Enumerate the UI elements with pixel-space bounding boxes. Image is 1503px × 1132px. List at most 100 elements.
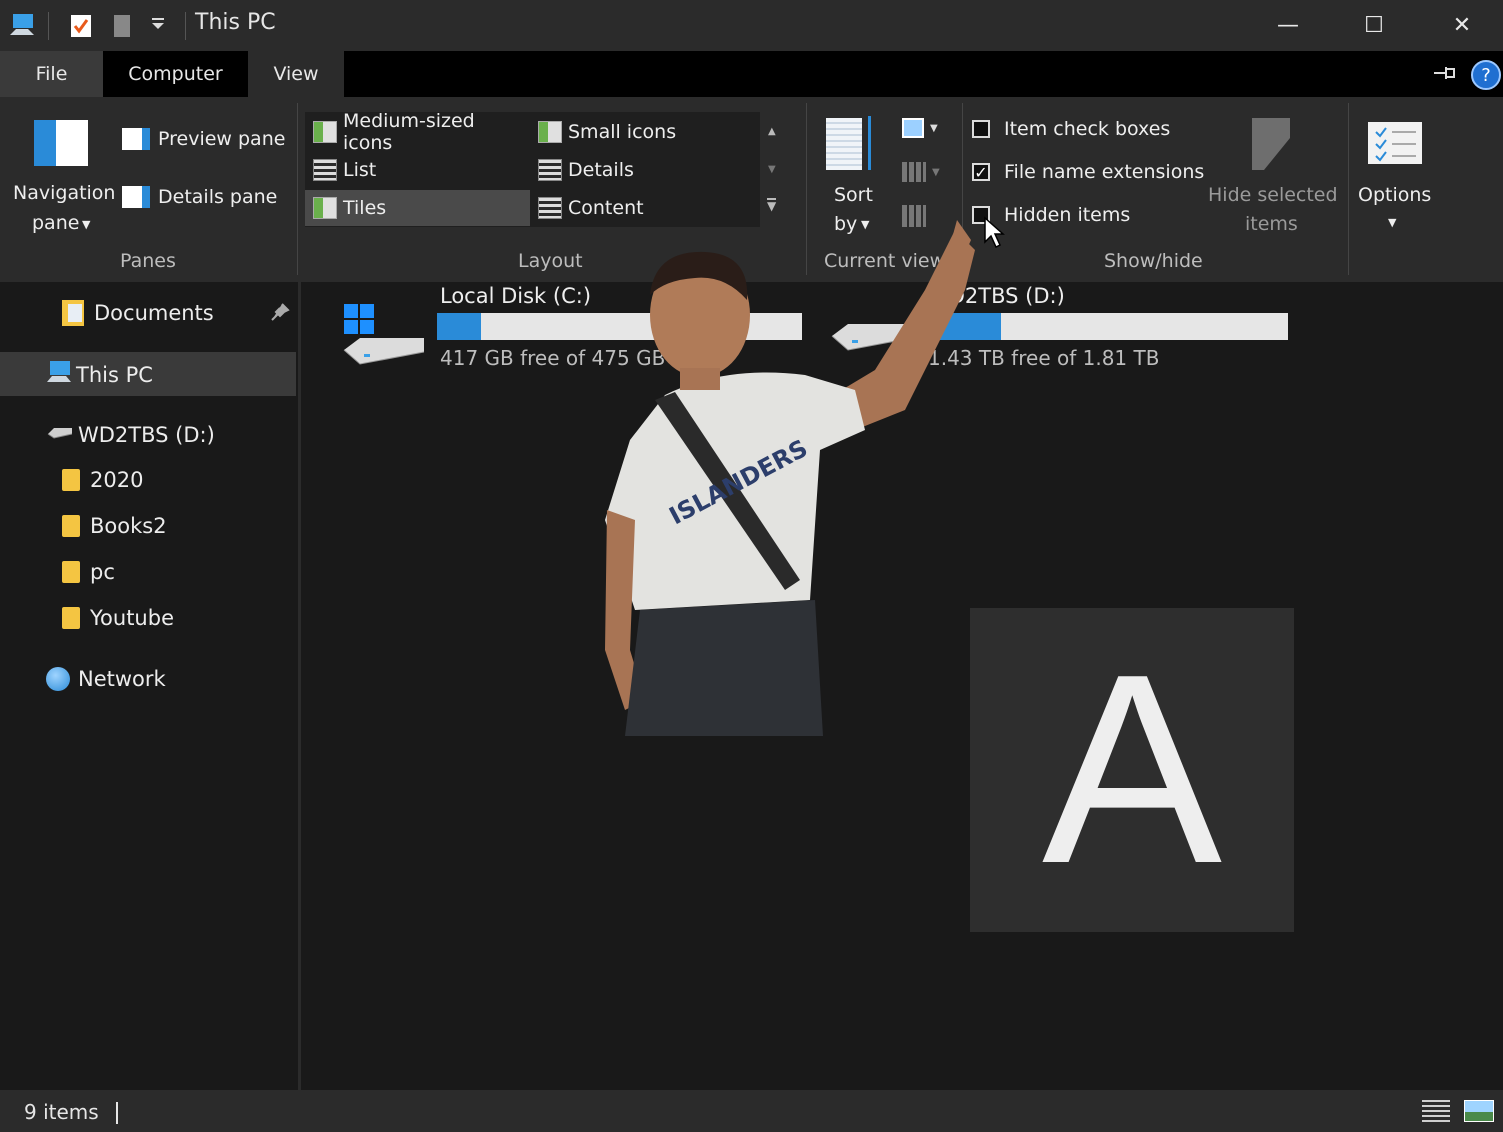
hide-selected-label-2: items xyxy=(1245,213,1298,235)
layout-medium-icons[interactable]: Medium-sized icons xyxy=(305,110,530,154)
content-icon xyxy=(538,197,562,219)
letter-tile-text: A xyxy=(1041,619,1223,920)
nav-item-documents[interactable]: Documents xyxy=(62,300,214,326)
chevron-down-icon: ▼ xyxy=(930,122,938,134)
navigation-pane-button[interactable]: Navigation pane ▼ xyxy=(8,110,116,240)
nav-item-label: 2020 xyxy=(90,468,144,492)
separator xyxy=(48,12,49,40)
folder-icon xyxy=(62,469,80,491)
properties-icon[interactable] xyxy=(70,12,92,42)
list-icon xyxy=(313,159,337,181)
sort-arrow-icon xyxy=(868,116,871,170)
details-icon xyxy=(538,159,562,181)
layout-details-label: Details xyxy=(568,159,634,181)
documents-icon xyxy=(62,300,84,326)
chevron-down-icon: ▼ xyxy=(82,218,91,231)
file-name-extensions-label: File name extensions xyxy=(1004,161,1205,183)
group-separator xyxy=(297,103,298,275)
file-name-extensions-toggle[interactable]: ✓ File name extensions xyxy=(972,161,1204,183)
drive-name: Local Disk (C:) xyxy=(440,284,592,308)
nav-item-label: This PC xyxy=(76,362,153,387)
nav-item-label: Documents xyxy=(94,301,214,325)
small-icons-icon xyxy=(538,121,562,143)
layout-medium-icons-label: Medium-sized icons xyxy=(343,110,475,154)
capacity-bar-fill xyxy=(437,313,481,340)
nav-item-label: Books2 xyxy=(90,514,167,538)
item-check-boxes-checkbox[interactable] xyxy=(972,120,990,138)
group-separator xyxy=(1348,103,1349,275)
preview-pane-label: Preview pane xyxy=(158,128,286,150)
hidden-items-label: Hidden items xyxy=(1004,204,1131,226)
drive-icon xyxy=(46,422,74,447)
nav-item-this-pc[interactable]: This PC xyxy=(0,352,296,396)
gallery-scroll-down-icon[interactable]: ▼ xyxy=(768,164,776,175)
details-pane-label: Details pane xyxy=(158,186,278,208)
sort-icon xyxy=(826,118,862,170)
nav-folder-item[interactable]: 2020 xyxy=(62,468,143,492)
nav-item-label: pc xyxy=(90,560,115,584)
add-columns-icon xyxy=(902,162,926,182)
add-columns-button[interactable]: ▼ xyxy=(902,162,940,182)
item-count: 9 items xyxy=(24,1100,99,1124)
nav-folder-item[interactable]: pc xyxy=(62,560,115,584)
hide-selected-icon xyxy=(1250,116,1294,176)
nav-item-label: WD2TBS (D:) xyxy=(78,422,215,447)
group-by-button[interactable]: ▼ xyxy=(902,118,938,138)
layout-group-label: Layout xyxy=(518,250,583,272)
large-icons-view-icon[interactable] xyxy=(1464,1100,1494,1122)
details-pane-icon xyxy=(122,186,150,208)
folder-icon xyxy=(62,607,80,629)
gallery-scroll-up-icon[interactable]: ▲ xyxy=(768,126,776,137)
tab-file[interactable]: File xyxy=(0,51,103,97)
details-pane-button[interactable]: Details pane xyxy=(122,186,277,208)
details-view-icon[interactable] xyxy=(1422,1100,1450,1122)
options-icon xyxy=(1368,122,1422,164)
folder-icon xyxy=(62,561,80,583)
options-button[interactable]: Options ▼ xyxy=(1356,112,1438,240)
nav-item-label: Network xyxy=(78,667,166,691)
pin-ribbon-icon[interactable] xyxy=(1432,64,1458,86)
status-separator xyxy=(116,1102,118,1124)
separator xyxy=(185,12,186,40)
customize-quick-access-icon[interactable] xyxy=(150,16,166,36)
this-pc-icon xyxy=(8,13,36,35)
tab-computer[interactable]: Computer xyxy=(103,51,248,97)
show-hide-group-label: Show/hide xyxy=(1104,250,1203,272)
person-overlay-image: ISLANDERS xyxy=(575,180,995,740)
status-bar: 9 items xyxy=(0,1090,1503,1132)
tiles-icon xyxy=(313,197,337,219)
layout-list[interactable]: List xyxy=(305,152,530,188)
chevron-down-icon: ▼ xyxy=(1388,216,1397,229)
group-by-icon xyxy=(902,118,924,138)
pin-icon[interactable] xyxy=(270,302,290,326)
title-bar: This PC — ☐ ✕ xyxy=(0,0,1503,51)
layout-small-icons-label: Small icons xyxy=(568,121,677,143)
chevron-down-icon: ▼ xyxy=(932,166,940,178)
options-label: Options xyxy=(1358,184,1432,206)
medium-icons-icon xyxy=(313,121,337,143)
tab-view[interactable]: View xyxy=(248,51,344,97)
minimize-button[interactable]: — xyxy=(1244,0,1332,51)
letter-tile: A xyxy=(970,608,1294,932)
nav-item-network[interactable]: Network xyxy=(46,667,166,691)
this-pc-nav-icon xyxy=(46,360,72,389)
hide-selected-items-button[interactable]: Hide selected items xyxy=(1204,112,1338,240)
nav-item-drive-d[interactable]: WD2TBS (D:) xyxy=(46,422,215,447)
preview-pane-button[interactable]: Preview pane xyxy=(122,128,285,150)
panes-group-label: Panes xyxy=(120,250,176,272)
layout-tiles-label: Tiles xyxy=(343,197,387,219)
new-folder-icon[interactable] xyxy=(112,12,134,42)
layout-tiles[interactable]: Tiles xyxy=(305,190,530,226)
help-icon[interactable]: ? xyxy=(1471,60,1501,90)
nav-folder-item[interactable]: Books2 xyxy=(62,514,167,538)
layout-small-icons[interactable]: Small icons xyxy=(530,114,755,150)
nav-folder-item[interactable]: Youtube xyxy=(62,606,174,630)
item-check-boxes-label: Item check boxes xyxy=(1004,118,1171,140)
windows-drive-icon xyxy=(340,302,430,372)
window-title: This PC xyxy=(195,10,276,35)
mouse-cursor-icon xyxy=(983,216,1005,254)
maximize-button[interactable]: ☐ xyxy=(1330,0,1418,51)
file-name-extensions-checkbox[interactable]: ✓ xyxy=(972,163,990,182)
close-button[interactable]: ✕ xyxy=(1418,0,1503,51)
item-check-boxes-toggle[interactable]: Item check boxes xyxy=(972,118,1170,140)
